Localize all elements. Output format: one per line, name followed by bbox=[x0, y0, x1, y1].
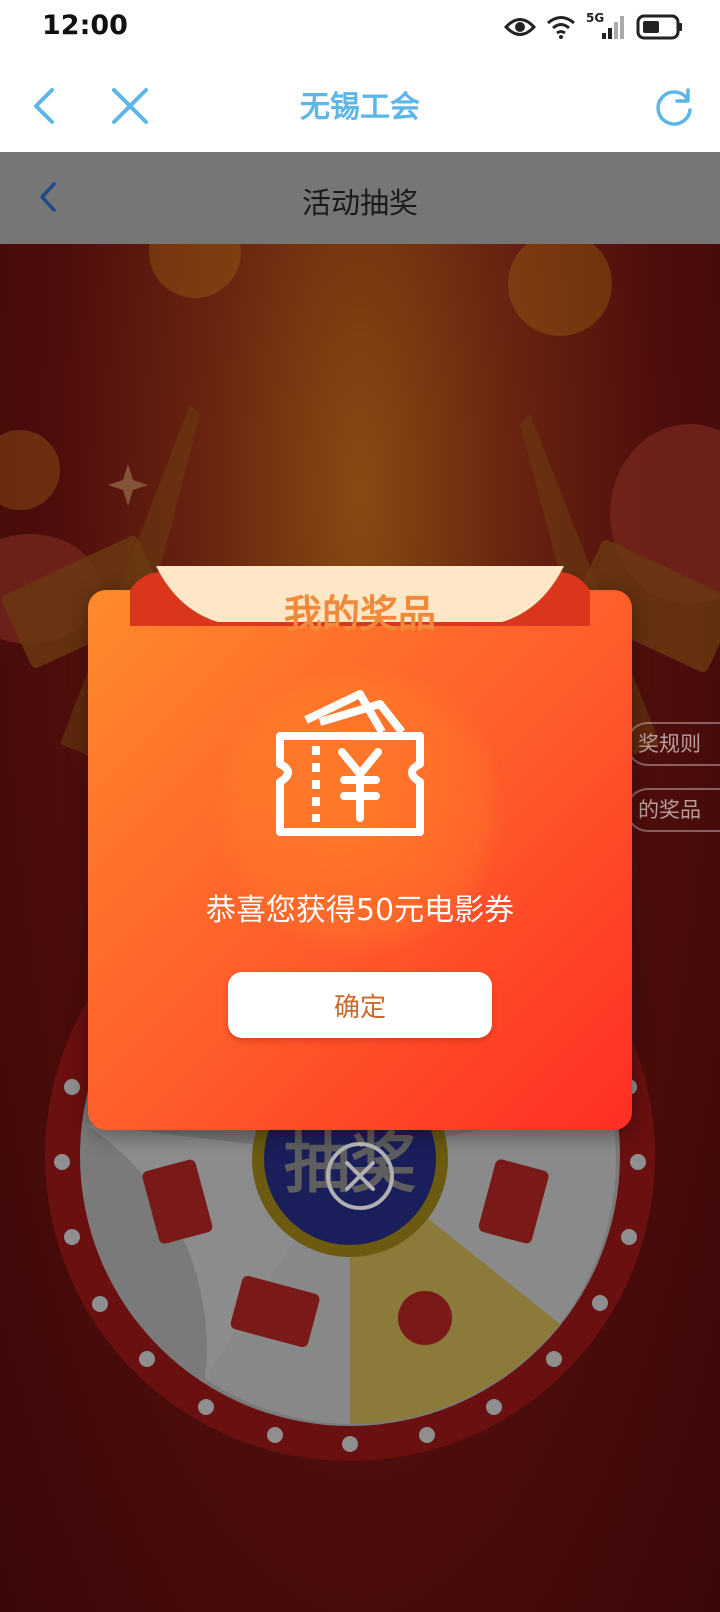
modal-title: 我的奖品 bbox=[283, 592, 436, 636]
my-prizes-tab[interactable]: 的奖品 bbox=[626, 788, 720, 832]
confirm-button[interactable]: 确定 bbox=[228, 972, 492, 1038]
prize-message: 恭喜您获得50元电影券 bbox=[205, 893, 515, 928]
refresh-icon[interactable] bbox=[652, 84, 696, 128]
status-icons: 5G bbox=[504, 11, 684, 42]
wifi-icon bbox=[547, 16, 575, 39]
status-time: 12:00 bbox=[42, 10, 128, 41]
rules-tab-label: 奖规则 bbox=[638, 732, 701, 756]
eye-icon bbox=[504, 18, 536, 36]
page-title: 活动抽奖 bbox=[301, 186, 418, 220]
app-title: 无锡工会 bbox=[300, 90, 420, 125]
modal-close-icon[interactable] bbox=[324, 1140, 396, 1212]
my-prizes-tab-label: 的奖品 bbox=[638, 798, 701, 822]
page-header: 活动抽奖 bbox=[0, 152, 720, 244]
voucher-yuan-icon bbox=[276, 690, 424, 836]
app-bar: 无锡工会 bbox=[0, 56, 720, 152]
status-bar: 12:00 5G bbox=[0, 0, 720, 56]
battery-icon bbox=[636, 14, 682, 40]
cell-signal-icon: 5G bbox=[586, 11, 626, 41]
rules-tab[interactable]: 奖规则 bbox=[626, 722, 720, 766]
